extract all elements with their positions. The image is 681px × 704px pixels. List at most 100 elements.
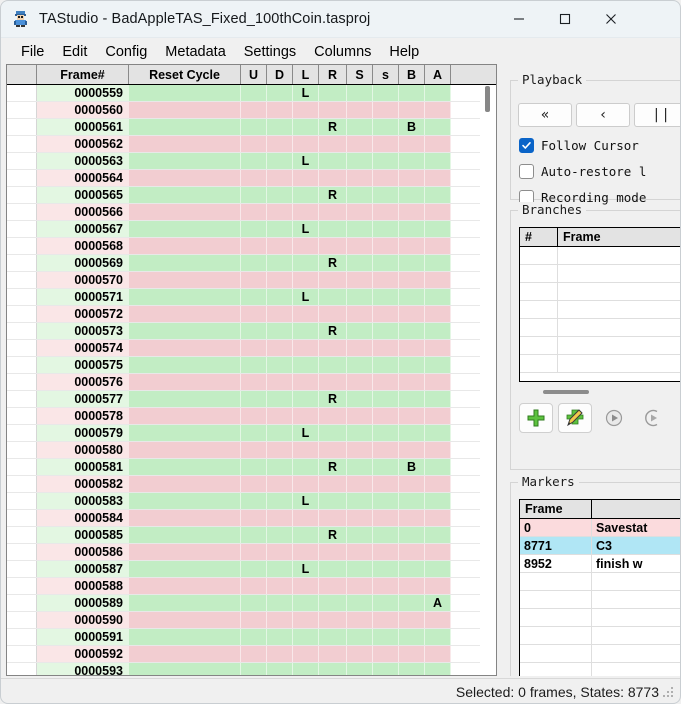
- cell-D[interactable]: [267, 255, 293, 271]
- cell-U[interactable]: [241, 357, 267, 373]
- cell-s[interactable]: [373, 629, 399, 645]
- cell-L[interactable]: [293, 612, 319, 628]
- cell-L[interactable]: [293, 374, 319, 390]
- cell-s[interactable]: [373, 238, 399, 254]
- branches-cell[interactable]: [520, 319, 558, 336]
- cell-idx[interactable]: [7, 595, 37, 611]
- table-row[interactable]: 0000588: [7, 578, 496, 595]
- cell-B[interactable]: [399, 357, 425, 373]
- cell-s[interactable]: [373, 289, 399, 305]
- cell-reset[interactable]: [129, 578, 241, 594]
- cell-S[interactable]: [347, 612, 373, 628]
- cell-D[interactable]: [267, 510, 293, 526]
- cell-U[interactable]: [241, 663, 267, 675]
- branches-cell[interactable]: [558, 265, 681, 282]
- cell-U[interactable]: [241, 459, 267, 475]
- cell-D[interactable]: [267, 221, 293, 237]
- menu-item-help[interactable]: Help: [380, 41, 428, 63]
- cell-frame[interactable]: 0000576: [37, 374, 129, 390]
- cell-B[interactable]: [399, 272, 425, 288]
- cell-reset[interactable]: [129, 391, 241, 407]
- cell-s[interactable]: [373, 204, 399, 220]
- cell-L[interactable]: L: [293, 221, 319, 237]
- cell-B[interactable]: [399, 187, 425, 203]
- cell-idx[interactable]: [7, 646, 37, 662]
- cell-reset[interactable]: [129, 493, 241, 509]
- cell-D[interactable]: [267, 323, 293, 339]
- cell-B[interactable]: [399, 510, 425, 526]
- cell-B[interactable]: [399, 442, 425, 458]
- cell-U[interactable]: [241, 272, 267, 288]
- cell-s[interactable]: [373, 442, 399, 458]
- cell-R[interactable]: [319, 578, 347, 594]
- cell-s[interactable]: [373, 272, 399, 288]
- cell-R[interactable]: R: [319, 119, 347, 135]
- branches-cell[interactable]: [520, 247, 558, 264]
- cell-L[interactable]: [293, 544, 319, 560]
- cell-A[interactable]: [425, 170, 451, 186]
- cell-frame[interactable]: 0000591: [37, 629, 129, 645]
- piano-roll[interactable]: Frame# Reset Cycle U D L R Ss B A 0000559 L 000056…: [6, 64, 497, 676]
- cell-D[interactable]: [267, 408, 293, 424]
- cell-reset[interactable]: [129, 187, 241, 203]
- cell-s[interactable]: [373, 544, 399, 560]
- markers-table[interactable]: Frame 0 Savestat 8771 C3 8952 finish w: [519, 499, 681, 676]
- cell-reset[interactable]: [129, 544, 241, 560]
- cell-frame[interactable]: 0000574: [37, 340, 129, 356]
- cell-L[interactable]: L: [293, 289, 319, 305]
- column-header-D[interactable]: D: [267, 65, 293, 84]
- cell-B[interactable]: [399, 493, 425, 509]
- cell-U[interactable]: [241, 527, 267, 543]
- cell-L[interactable]: [293, 102, 319, 118]
- cell-R[interactable]: [319, 476, 347, 492]
- branches-empty-row[interactable]: [520, 355, 681, 373]
- cell-S[interactable]: [347, 425, 373, 441]
- cell-A[interactable]: [425, 357, 451, 373]
- cell-U[interactable]: [241, 119, 267, 135]
- branches-empty-row[interactable]: [520, 265, 681, 283]
- cell-A[interactable]: [425, 629, 451, 645]
- cell-D[interactable]: [267, 136, 293, 152]
- cell-idx[interactable]: [7, 357, 37, 373]
- cell-frame[interactable]: 0000577: [37, 391, 129, 407]
- cell-R[interactable]: [319, 340, 347, 356]
- cell-idx[interactable]: [7, 323, 37, 339]
- table-row[interactable]: 0000573 R: [7, 323, 496, 340]
- cell-D[interactable]: [267, 85, 293, 101]
- cell-R[interactable]: [319, 221, 347, 237]
- table-row[interactable]: 0000567 L: [7, 221, 496, 238]
- cell-reset[interactable]: [129, 289, 241, 305]
- cell-B[interactable]: B: [399, 459, 425, 475]
- cell-S[interactable]: [347, 646, 373, 662]
- cell-A[interactable]: [425, 153, 451, 169]
- cell-R[interactable]: R: [319, 459, 347, 475]
- cell-S[interactable]: [347, 391, 373, 407]
- cell-L[interactable]: [293, 527, 319, 543]
- cell-U[interactable]: [241, 391, 267, 407]
- cell-reset[interactable]: [129, 119, 241, 135]
- table-row[interactable]: 0000583 L: [7, 493, 496, 510]
- branches-empty-row[interactable]: [520, 283, 681, 301]
- branches-cell[interactable]: [558, 301, 681, 318]
- cell-U[interactable]: [241, 170, 267, 186]
- cell-R[interactable]: [319, 204, 347, 220]
- cell-D[interactable]: [267, 357, 293, 373]
- cell-reset[interactable]: [129, 646, 241, 662]
- column-header-R[interactable]: R: [319, 65, 347, 84]
- cell-L[interactable]: [293, 255, 319, 271]
- cell-reset[interactable]: [129, 221, 241, 237]
- cell-L[interactable]: [293, 306, 319, 322]
- column-header-s[interactable]: s: [373, 65, 399, 84]
- markers-row[interactable]: 8771 C3: [520, 537, 681, 555]
- edit-branch-button[interactable]: [558, 403, 592, 433]
- cell-U[interactable]: [241, 561, 267, 577]
- column-header-L[interactable]: L: [293, 65, 319, 84]
- cell-A[interactable]: [425, 187, 451, 203]
- cell-A[interactable]: [425, 510, 451, 526]
- cell-idx[interactable]: [7, 663, 37, 675]
- table-row[interactable]: 0000584: [7, 510, 496, 527]
- markers-empty-row[interactable]: [520, 645, 681, 663]
- cell-D[interactable]: [267, 493, 293, 509]
- cell-B[interactable]: B: [399, 119, 425, 135]
- cell-U[interactable]: [241, 646, 267, 662]
